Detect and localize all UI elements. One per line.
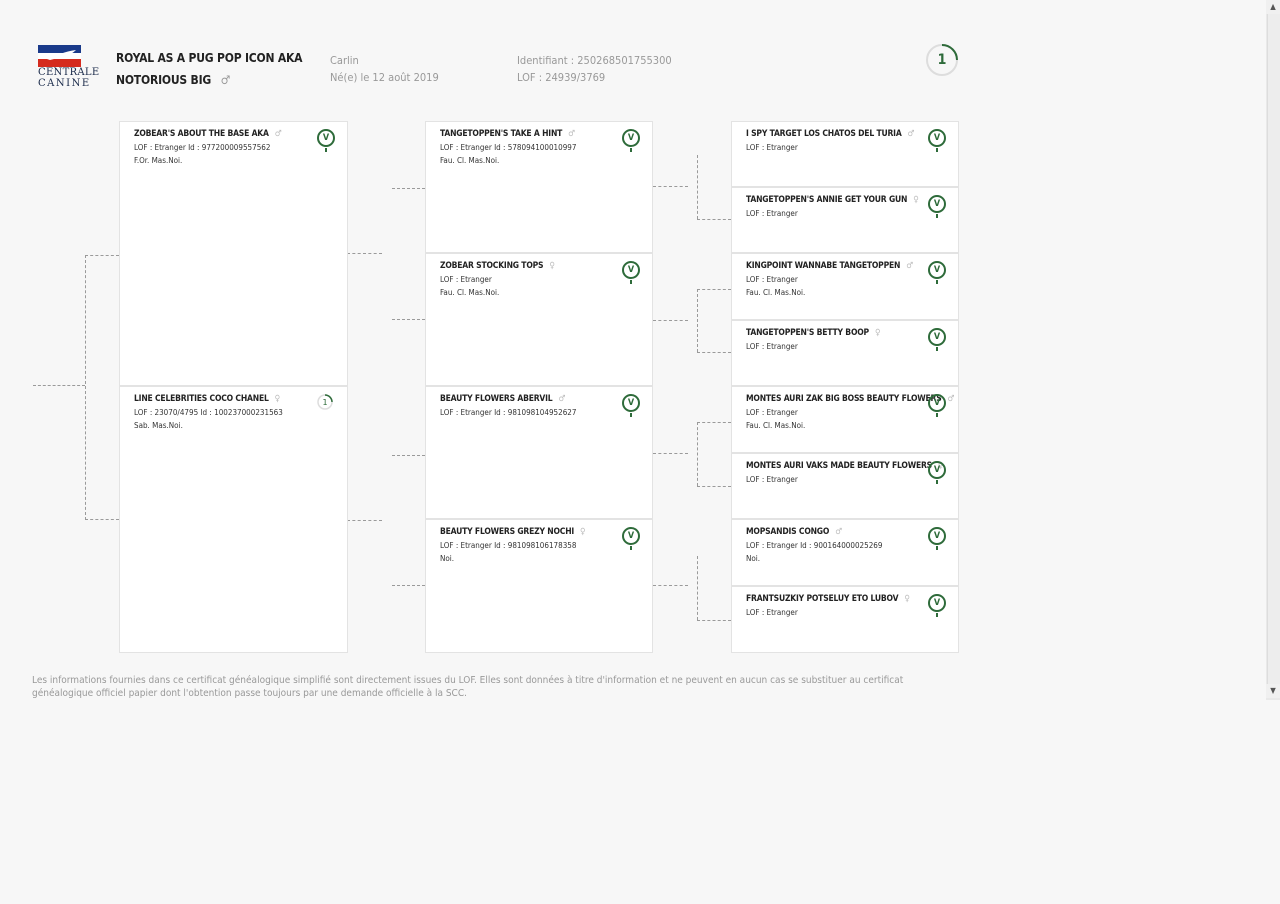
ancestor-ids: LOF : Etranger [746,408,798,417]
ancestor-name: ZOBEAR STOCKING TOPS ♀ [440,261,555,271]
lof-number: LOF : 24939/3769 [517,71,606,84]
female-sex-icon: ♀ [874,328,881,338]
ancestor-name: ZOBEAR'S ABOUT THE BASE AKA ♂ [134,129,282,139]
generation-ring-icon: 1 [317,394,333,410]
ancestor-name: FRANTSUZKIY POTSELUY ETO LUBOV ♀ [746,594,910,604]
pedigree-card-gp3[interactable]: BEAUTY FLOWERS ABERVIL ♂ LOF : Etranger I… [425,386,653,519]
ancestor-name: MONTES AURI ZAK BIG BOSS BEAUTY FLOWERS ♂ [746,394,955,404]
ancestor-name: BEAUTY FLOWERS GREZY NOCHI ♀ [440,527,586,537]
birth-date: Né(e) le 12 août 2019 [330,71,439,84]
health-badge-icon: V [928,461,946,484]
health-badge-icon: V [317,129,335,152]
identifier: Identifiant : 250268501755300 [517,54,672,67]
ancestor-ids: LOF : Etranger [746,342,798,351]
centrale-canine-logo: CENTRALE CANINE [38,45,100,91]
pedigree-card-ggp3[interactable]: KINGPOINT WANNABE TANGETOPPEN ♂ LOF : Etr… [731,253,959,320]
health-badge-icon: V [928,527,946,550]
down-arrow-icon[interactable]: ▼ [1266,684,1280,698]
pedigree-card-gp2[interactable]: ZOBEAR STOCKING TOPS ♀ LOF : Etranger Fau… [425,253,653,386]
ancestor-name: KINGPOINT WANNABE TANGETOPPEN ♂ [746,261,913,271]
health-badge-icon: V [928,394,946,417]
logo-text-line2: CANINE [38,78,91,89]
ancestor-ids: LOF : Etranger [746,475,798,484]
health-badge-icon: V [928,261,946,284]
ancestor-name: TANGETOPPEN'S BETTY BOOP ♀ [746,328,881,338]
male-sex-icon: ♂ [907,129,915,139]
pedigree-card-ggp8[interactable]: FRANTSUZKIY POTSELUY ETO LUBOV ♀ LOF : Et… [731,586,959,653]
disclaimer-text: Les informations fournies dans ce certif… [32,675,904,699]
ancestor-ids: LOF : Etranger Id : 981098104952627 [440,408,577,417]
pedigree-card-ggp5[interactable]: MONTES AURI ZAK BIG BOSS BEAUTY FLOWERS ♂… [731,386,959,453]
svg-text:1: 1 [322,398,327,407]
pedigree-card-sire[interactable]: ZOBEAR'S ABOUT THE BASE AKA ♂ LOF : Etran… [119,121,348,386]
logo-text-line1: CENTRALE [38,67,100,78]
ancestor-ids: LOF : Etranger Id : 981098106178358 [440,541,577,550]
female-sex-icon: ♀ [580,527,586,537]
pedigree-card-gp1[interactable]: TANGETOPPEN'S TAKE A HINT ♂ LOF : Etrange… [425,121,653,253]
ancestor-color: F.Or. Mas.Noi. [134,156,183,165]
ancestor-ids: LOF : 23070/4795 Id : 100237000231563 [134,408,283,417]
health-badge-icon: V [622,527,640,550]
pedigree-card-gp4[interactable]: BEAUTY FLOWERS GREZY NOCHI ♀ LOF : Etrang… [425,519,653,653]
ancestor-color: Fau. Cl. Mas.Noi. [746,421,806,430]
male-sex-icon: ♂ [558,394,566,404]
ancestor-name: MOPSANDIS CONGO ♂ [746,527,842,537]
male-sex-icon: ♂ [274,129,282,139]
ancestor-color: Noi. [746,554,761,563]
ancestor-name: I SPY TARGET LOS CHATOS DEL TURIA ♂ [746,129,915,139]
female-sex-icon: ♀ [274,394,281,404]
dog-name-text: NOTORIOUS BIG [116,73,212,87]
ancestor-color: Fau. Cl. Mas.Noi. [440,156,500,165]
ancestor-name: TANGETOPPEN'S ANNIE GET YOUR GUN ♀ [746,195,919,205]
ancestor-ids: LOF : Etranger Id : 578094100010997 [440,143,577,152]
ancestor-color: Noi. [440,554,455,563]
health-badge-icon: V [622,129,640,152]
dog-name-line2: NOTORIOUS BIG ♂ [116,73,230,87]
ancestor-ids: LOF : Etranger [746,275,798,284]
pedigree-card-ggp6[interactable]: MONTES AURI VAKS MADE BEAUTY FLOWERS ♀ LO… [731,453,959,519]
generation-number: 1 [937,52,947,68]
ancestor-name: BEAUTY FLOWERS ABERVIL ♂ [440,394,566,404]
ancestor-color: Fau. Cl. Mas.Noi. [746,288,806,297]
ancestor-color: Fau. Cl. Mas.Noi. [440,288,500,297]
pedigree-card-ggp7[interactable]: MOPSANDIS CONGO ♂ LOF : Etranger Id : 900… [731,519,959,586]
ancestor-ids: LOF : Etranger Id : 900164000025269 [746,541,883,550]
scrollbar-thumb[interactable] [1267,14,1280,684]
pedigree-card-ggp2[interactable]: TANGETOPPEN'S ANNIE GET YOUR GUN ♀ LOF : … [731,187,959,253]
generation-ring-icon: 1 [925,43,959,77]
male-sex-icon: ♂ [906,261,913,271]
male-sex-icon: ♂ [947,394,955,404]
health-badge-icon: V [622,261,640,284]
male-sex-icon: ♂ [568,129,575,139]
female-sex-icon: ♀ [904,594,910,604]
female-sex-icon: ♀ [913,195,919,205]
health-badge-icon: V [928,328,946,351]
ancestor-ids: LOF : Etranger [746,143,798,152]
male-sex-icon: ♂ [220,73,231,87]
pedigree-card-ggp4[interactable]: TANGETOPPEN'S BETTY BOOP ♀ LOF : Etranger… [731,320,959,386]
dog-name-line1: ROYAL AS A PUG POP ICON AKA [116,51,303,65]
health-badge-icon: V [928,594,946,617]
logo-flag-icon [38,45,81,67]
breed-color: Carlin [330,54,359,67]
ancestor-ids: LOF : Etranger [746,209,798,218]
ancestor-name: TANGETOPPEN'S TAKE A HINT ♂ [440,129,575,139]
ancestor-ids: LOF : Etranger [440,275,492,284]
ancestor-color: Sab. Mas.Noi. [134,421,183,430]
female-sex-icon: ♀ [549,261,555,271]
health-badge-icon: V [622,394,640,417]
ancestor-ids: LOF : Etranger Id : 977200009557562 [134,143,271,152]
up-arrow-icon[interactable]: ▲ [1266,0,1280,14]
pedigree-card-dam[interactable]: LINE CELEBRITIES COCO CHANEL ♀ LOF : 2307… [119,386,348,653]
male-sex-icon: ♂ [835,527,842,537]
ancestor-ids: LOF : Etranger [746,608,798,617]
ancestor-name: LINE CELEBRITIES COCO CHANEL ♀ [134,394,281,404]
pedigree-card-ggp1[interactable]: I SPY TARGET LOS CHATOS DEL TURIA ♂ LOF :… [731,121,959,187]
ancestor-name: MONTES AURI VAKS MADE BEAUTY FLOWERS ♀ [746,461,944,471]
health-badge-icon: V [928,129,946,152]
health-badge-icon: V [928,195,946,218]
